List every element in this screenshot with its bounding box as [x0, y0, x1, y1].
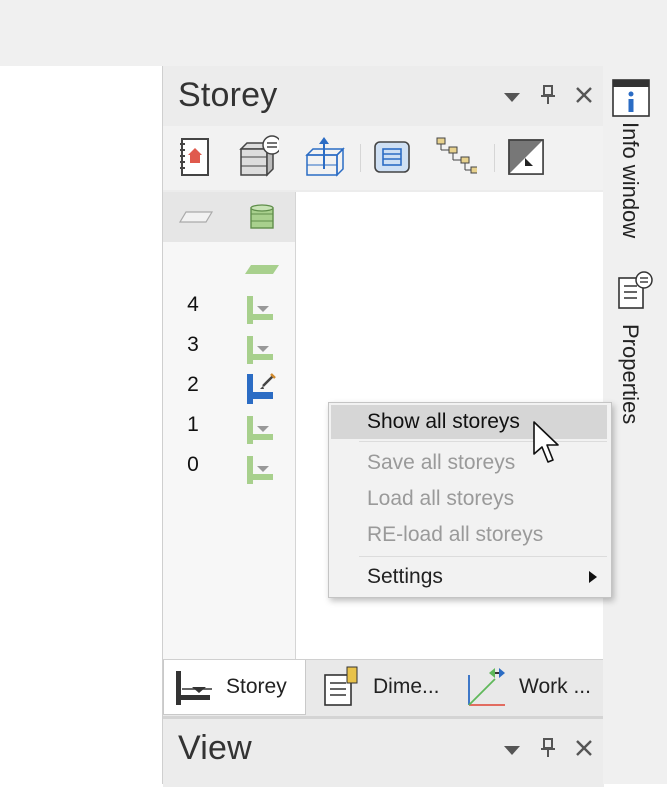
pin-icon[interactable]	[537, 84, 559, 106]
folder-tree-icon[interactable]	[435, 136, 477, 178]
top-strip-right	[390, 0, 667, 66]
storey-number-column: 4 3 2 1 0	[163, 192, 230, 659]
storey-icon[interactable]	[243, 292, 283, 326]
submenu-arrow-icon	[589, 571, 597, 583]
storey-settings-icon[interactable]	[237, 135, 279, 178]
properties-tab[interactable]: Properties	[617, 324, 643, 424]
storey-number[interactable]: 3	[163, 333, 223, 357]
dropdown-icon[interactable]	[501, 86, 523, 108]
building-book-icon[interactable]	[173, 136, 215, 178]
storey-number[interactable]: 4	[163, 293, 223, 317]
tab-label: Storey	[226, 675, 287, 698]
visibility-column-header[interactable]	[163, 192, 229, 242]
storey-height-icon[interactable]	[303, 136, 345, 178]
contrast-icon[interactable]	[505, 136, 547, 178]
menu-item-save-all-storeys[interactable]: Save all storeys	[331, 446, 607, 480]
current-storey-icon[interactable]	[243, 372, 283, 406]
close-icon[interactable]	[573, 737, 595, 759]
info-window-tab[interactable]: Info window	[617, 122, 643, 238]
right-sidebar: Info window Properties	[603, 66, 667, 784]
properties-icon[interactable]	[615, 270, 655, 310]
dimension-tab-icon	[324, 666, 358, 706]
info-icon[interactable]	[611, 78, 651, 118]
storey-tab-icon	[176, 671, 212, 705]
drawing-area[interactable]	[0, 66, 162, 784]
menu-item-load-all-storeys[interactable]: Load all storeys	[331, 482, 607, 516]
list-view-icon[interactable]	[371, 136, 413, 178]
mouse-cursor-icon	[531, 420, 561, 466]
storey-context-menu: Show all storeys Save all storeys Load a…	[328, 402, 612, 598]
storey-stack-column-header[interactable]	[229, 192, 295, 242]
storey-icon-column	[229, 192, 296, 659]
palette-title: Storey	[178, 76, 278, 114]
tab-storey[interactable]: Storey	[163, 660, 306, 715]
storey-toolbar	[163, 126, 604, 190]
storey-icon[interactable]	[243, 332, 283, 366]
storey-icon[interactable]	[243, 412, 283, 446]
storey-number[interactable]: 2	[163, 373, 223, 397]
tab-label: Dime...	[373, 675, 440, 698]
view-palette: View	[163, 716, 604, 787]
menu-item-settings[interactable]: Settings	[331, 560, 607, 594]
top-strip	[0, 0, 390, 66]
toolbar-separator	[494, 144, 495, 172]
tab-dimensions[interactable]: Dime...	[311, 660, 453, 714]
close-icon[interactable]	[573, 84, 595, 106]
menu-item-show-all-storeys[interactable]: Show all storeys	[331, 405, 607, 439]
menu-separator	[359, 556, 607, 557]
menu-item-reload-all-storeys[interactable]: RE-load all storeys	[331, 518, 607, 552]
settings-label: Settings	[367, 565, 443, 588]
menu-separator	[359, 441, 607, 442]
storey-number[interactable]: 0	[163, 453, 223, 477]
pin-icon[interactable]	[537, 737, 559, 759]
work-plane-tab-icon	[468, 668, 505, 706]
storey-number[interactable]: 1	[163, 413, 223, 437]
storey-icon[interactable]	[243, 452, 283, 486]
tab-work[interactable]: Work ...	[457, 660, 604, 714]
terrain-icon[interactable]	[243, 262, 283, 296]
tab-label: Work ...	[519, 675, 591, 698]
view-palette-title: View	[178, 729, 252, 767]
palette-tabs: Storey Dime... Work ...	[163, 659, 604, 716]
dropdown-icon[interactable]	[501, 739, 523, 761]
toolbar-separator	[360, 144, 361, 172]
